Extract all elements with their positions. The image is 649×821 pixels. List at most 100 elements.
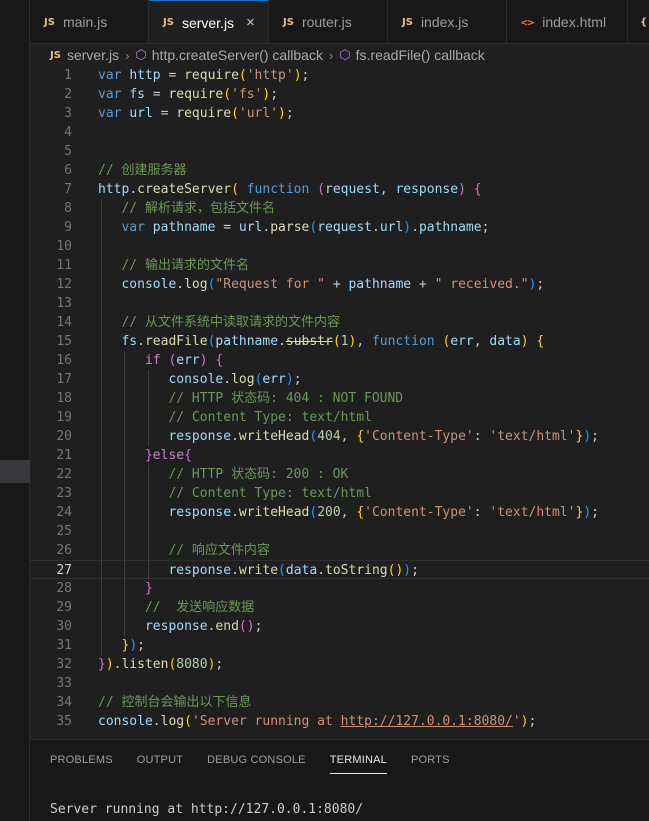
code-text[interactable]: }else{: [98, 446, 192, 465]
tab-terminal[interactable]: TERMINAL: [329, 740, 388, 780]
code-text[interactable]: response.write(data.toString());: [98, 561, 419, 580]
line-number[interactable]: 15: [30, 332, 72, 351]
code-line[interactable]: 21 }else{: [30, 446, 649, 465]
breadcrumb-item-create-server[interactable]: http.createServer() callback: [152, 47, 323, 63]
line-number[interactable]: 17: [30, 370, 72, 389]
tab-ports[interactable]: PORTS: [411, 740, 450, 780]
line-number[interactable]: 22: [30, 465, 72, 484]
line-number[interactable]: 1: [30, 66, 72, 85]
line-number[interactable]: 27: [30, 561, 72, 580]
line-number[interactable]: 19: [30, 408, 72, 427]
code-text[interactable]: var fs = require('fs');: [98, 85, 278, 104]
line-number[interactable]: 16: [30, 351, 72, 370]
code-line[interactable]: 33: [30, 674, 649, 693]
code-line[interactable]: 9 var pathname = url.parse(request.url).…: [30, 218, 649, 237]
line-number[interactable]: 3: [30, 104, 72, 123]
code-text[interactable]: // HTTP 状态码: 404 : NOT FOUND: [98, 389, 403, 408]
code-line[interactable]: 5: [30, 142, 649, 161]
tab-index-js[interactable]: JS index.js: [388, 0, 507, 43]
line-number[interactable]: 5: [30, 142, 72, 161]
code-text[interactable]: var pathname = url.parse(request.url).pa…: [98, 218, 489, 237]
code-line[interactable]: 16 if (err) {: [30, 351, 649, 370]
tab-server-js[interactable]: JS server.js ×: [149, 0, 269, 43]
line-number[interactable]: 7: [30, 180, 72, 199]
line-number[interactable]: 13: [30, 294, 72, 313]
code-line[interactable]: 31 });: [30, 636, 649, 655]
code-line[interactable]: 29 // 发送响应数据: [30, 598, 649, 617]
breadcrumb-file[interactable]: server.js: [67, 47, 119, 63]
code-line[interactable]: 12 console.log("Request for " + pathname…: [30, 275, 649, 294]
line-number[interactable]: 34: [30, 693, 72, 712]
code-text[interactable]: response.end();: [98, 617, 262, 636]
line-number[interactable]: 21: [30, 446, 72, 465]
line-number[interactable]: 30: [30, 617, 72, 636]
code-line[interactable]: 15 fs.readFile(pathname.substr(1), funct…: [30, 332, 649, 351]
line-number[interactable]: 18: [30, 389, 72, 408]
code-line[interactable]: 22 // HTTP 状态码: 200 : OK: [30, 465, 649, 484]
code-line[interactable]: 26 // 响应文件内容: [30, 541, 649, 560]
tab-problems[interactable]: PROBLEMS: [50, 740, 113, 780]
code-text[interactable]: response.writeHead(200, {'Content-Type':…: [98, 503, 599, 522]
code-line[interactable]: 14 // 从文件系统中读取请求的文件内容: [30, 313, 649, 332]
code-line[interactable]: 10: [30, 237, 649, 256]
line-number[interactable]: 10: [30, 237, 72, 256]
line-number[interactable]: 9: [30, 218, 72, 237]
line-number[interactable]: 20: [30, 427, 72, 446]
line-number[interactable]: 25: [30, 522, 72, 541]
line-number[interactable]: 35: [30, 712, 72, 731]
code-line[interactable]: 27 response.write(data.toString());: [30, 560, 649, 579]
code-line[interactable]: 3 var url = require('url');: [30, 104, 649, 123]
tab-overflow[interactable]: {: [628, 0, 649, 43]
code-text[interactable]: var http = require('http');: [98, 66, 309, 85]
code-line[interactable]: 18 // HTTP 状态码: 404 : NOT FOUND: [30, 389, 649, 408]
code-text[interactable]: // 从文件系统中读取请求的文件内容: [98, 313, 339, 332]
code-line[interactable]: 35 console.log('Server running at http://…: [30, 712, 649, 731]
code-text[interactable]: console.log('Server running at http://12…: [98, 712, 536, 731]
line-number[interactable]: 6: [30, 161, 72, 180]
code-line[interactable]: 17 console.log(err);: [30, 370, 649, 389]
line-number[interactable]: 26: [30, 541, 72, 560]
code-text[interactable]: // 创建服务器: [98, 161, 186, 180]
code-line[interactable]: 34 // 控制台会输出以下信息: [30, 693, 649, 712]
code-text[interactable]: // 输出请求的文件名: [98, 256, 248, 275]
code-text[interactable]: response.writeHead(404, {'Content-Type':…: [98, 427, 599, 446]
code-text[interactable]: fs.readFile(pathname.substr(1), function…: [98, 332, 544, 351]
code-line[interactable]: 32 }).listen(8080);: [30, 655, 649, 674]
code-line[interactable]: 24 response.writeHead(200, {'Content-Typ…: [30, 503, 649, 522]
tab-output[interactable]: OUTPUT: [137, 740, 183, 780]
code-text[interactable]: console.log(err);: [98, 370, 301, 389]
code-line[interactable]: 6 // 创建服务器: [30, 161, 649, 180]
code-line[interactable]: 20 response.writeHead(404, {'Content-Typ…: [30, 427, 649, 446]
code-text[interactable]: // 解析请求，包括文件名: [98, 199, 274, 218]
code-line[interactable]: 19 // Content Type: text/html: [30, 408, 649, 427]
tab-index-html[interactable]: <> index.html: [507, 0, 628, 43]
code-text[interactable]: http.createServer( function (request, re…: [98, 180, 482, 199]
code-line[interactable]: 13: [30, 294, 649, 313]
line-number[interactable]: 2: [30, 85, 72, 104]
close-icon[interactable]: ×: [246, 14, 255, 31]
tab-main-js[interactable]: JS main.js: [30, 0, 149, 43]
line-number[interactable]: 32: [30, 655, 72, 674]
code-text[interactable]: // HTTP 状态码: 200 : OK: [98, 465, 348, 484]
line-number[interactable]: 4: [30, 123, 72, 142]
line-number[interactable]: 23: [30, 484, 72, 503]
line-number[interactable]: 11: [30, 256, 72, 275]
line-number[interactable]: 33: [30, 674, 72, 693]
code-text[interactable]: var url = require('url');: [98, 104, 294, 123]
code-text[interactable]: // 控制台会输出以下信息: [98, 693, 251, 712]
line-number[interactable]: 29: [30, 598, 72, 617]
code-line[interactable]: 1 var http = require('http');: [30, 66, 649, 85]
code-line[interactable]: 2 var fs = require('fs');: [30, 85, 649, 104]
code-text[interactable]: // Content Type: text/html: [98, 484, 372, 503]
breadcrumb-item-read-file[interactable]: fs.readFile() callback: [356, 47, 485, 63]
code-text[interactable]: if (err) {: [98, 351, 223, 370]
code-text[interactable]: // Content Type: text/html: [98, 408, 372, 427]
code-text[interactable]: }).listen(8080);: [98, 655, 223, 674]
line-number[interactable]: 8: [30, 199, 72, 218]
code-line[interactable]: 4: [30, 123, 649, 142]
code-text[interactable]: console.log("Request for " + pathname + …: [98, 275, 544, 294]
line-number[interactable]: 24: [30, 503, 72, 522]
line-number[interactable]: 31: [30, 636, 72, 655]
sidebar-selected-row[interactable]: [0, 460, 30, 483]
tab-debug-console[interactable]: DEBUG CONSOLE: [207, 740, 306, 780]
